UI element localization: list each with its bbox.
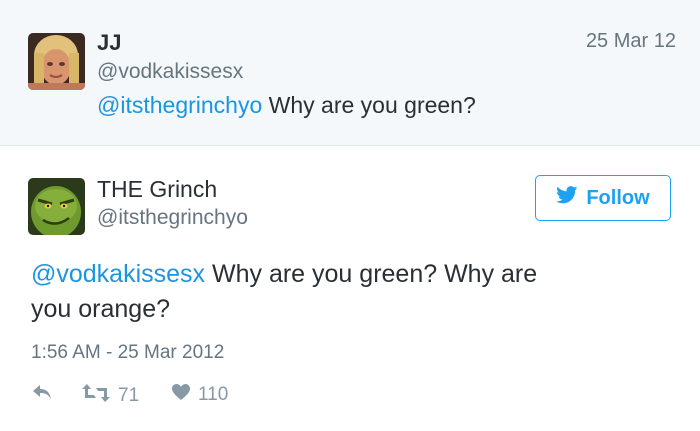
user-name[interactable]: JJ [97,30,121,56]
retweet-count: 71 [118,385,140,406]
user-name[interactable]: THE Grinch [97,176,217,203]
reply-button[interactable] [31,383,53,407]
like-button[interactable]: 110 [171,383,228,407]
mention-link[interactable]: @itsthegrinchyo [97,92,262,118]
avatar[interactable] [28,33,85,90]
follow-button[interactable]: Follow [535,175,671,221]
tweet-body: Why are you green? [262,92,476,118]
heart-icon [171,383,191,407]
like-count: 110 [198,384,229,405]
avatar[interactable] [28,178,85,235]
reply-tweet: JJ @vodkakissesx 25 Mar 12 @itsthegrinch… [0,0,700,146]
follow-label: Follow [586,186,650,209]
tweet-date[interactable]: 25 Mar 12 [586,30,676,53]
tweet-text: @vodkakissesx Why are you green? Why are… [31,257,551,327]
user-handle[interactable]: @vodkakissesx [97,60,243,84]
twitter-bird-icon [556,186,578,210]
mention-link[interactable]: @vodkakissesx [31,260,205,288]
tweet-text: @itsthegrinchyo Why are you green? [97,92,476,119]
tweet-timestamp[interactable]: 1:56 AM - 25 Mar 2012 [31,342,224,364]
retweet-button[interactable]: 71 [81,383,139,409]
reply-arrow-icon [31,383,53,407]
user-handle[interactable]: @itsthegrinchyo [97,206,248,230]
retweet-icon [81,383,111,409]
